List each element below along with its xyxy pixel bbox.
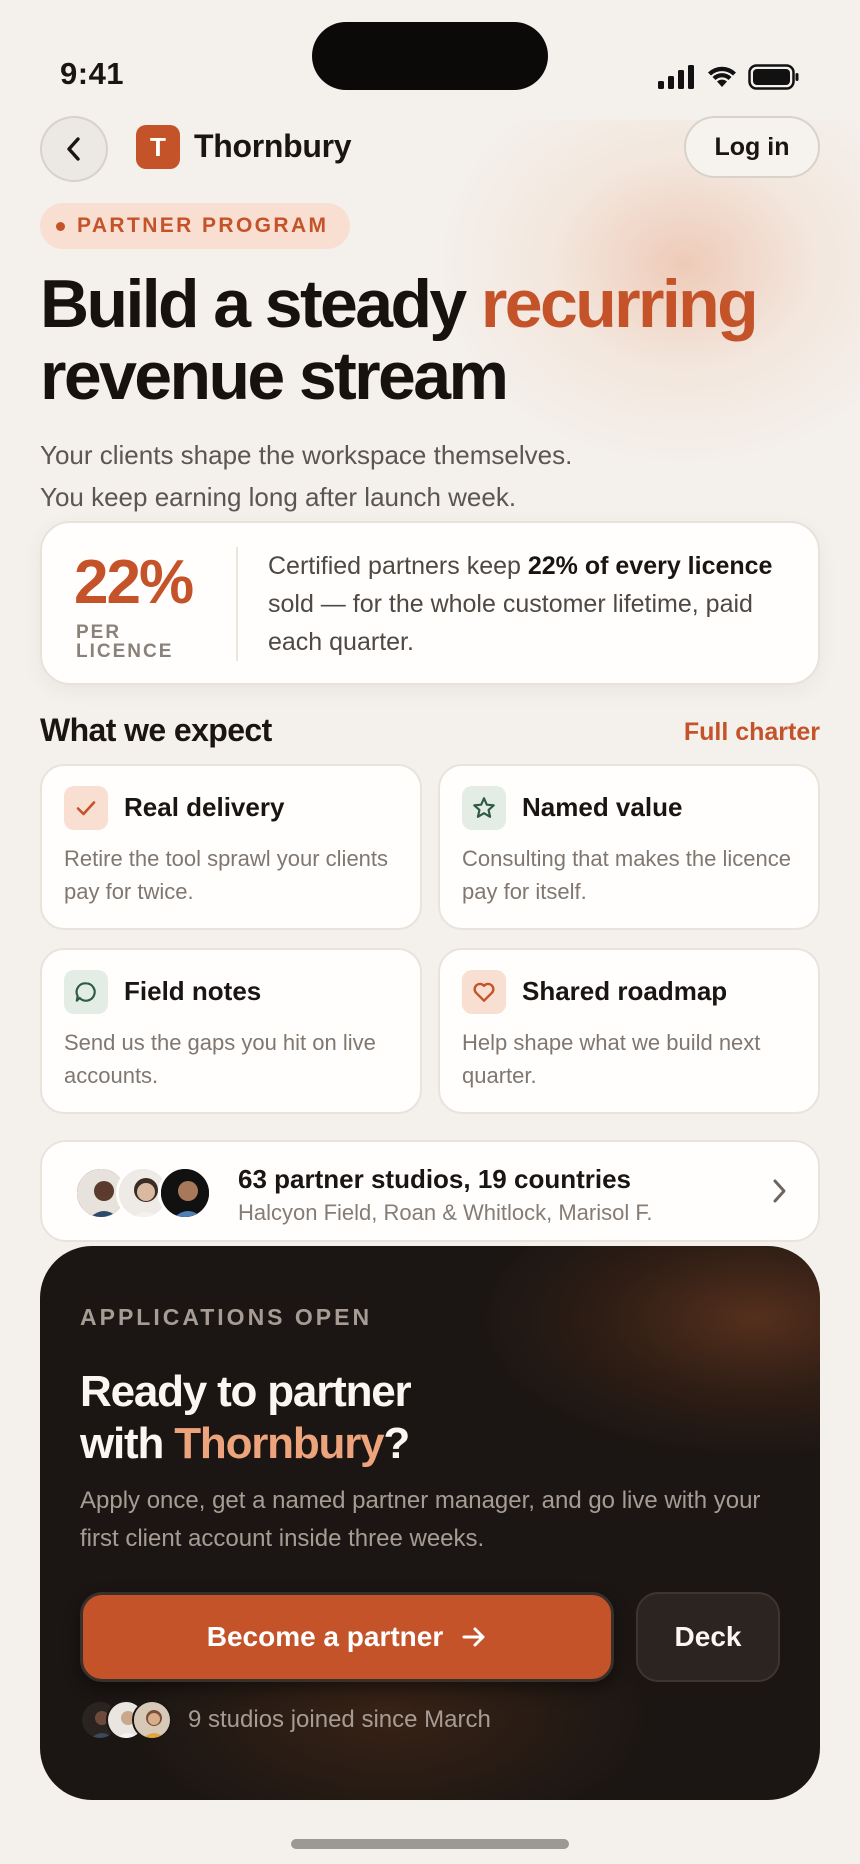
revenue-share-description: Certified partners keep 22% of every lic… bbox=[268, 547, 788, 661]
expect-card-shared-roadmap[interactable]: Shared roadmap Help shape what we build … bbox=[438, 948, 820, 1114]
stat-text-prefix: Certified partners keep bbox=[268, 552, 528, 580]
expect-section-header: What we expect Full charter bbox=[40, 708, 820, 752]
back-button[interactable] bbox=[40, 116, 108, 182]
battery-icon bbox=[748, 64, 799, 90]
check-icon bbox=[64, 786, 108, 830]
hero-subtitle-line1: Your clients shape the workspace themsel… bbox=[40, 440, 573, 470]
chat-bubble-icon bbox=[64, 970, 108, 1014]
status-bar: 9:41 bbox=[0, 0, 860, 110]
stat-text-suffix: sold — for the whole customer lifetime, … bbox=[268, 590, 753, 656]
stat-divider bbox=[236, 547, 238, 661]
partner-studios-title: 63 partner studios, 19 countries bbox=[238, 1164, 632, 1194]
heart-icon bbox=[462, 970, 506, 1014]
signal-icon bbox=[658, 65, 694, 89]
home-indicator[interactable] bbox=[291, 1839, 569, 1849]
avatar bbox=[158, 1166, 212, 1220]
expect-card-title: Real delivery bbox=[124, 792, 285, 822]
dynamic-island bbox=[312, 22, 548, 90]
brand-logo: T bbox=[136, 125, 180, 169]
expect-card-title: Named value bbox=[522, 792, 683, 822]
top-nav: T Thornbury Log in bbox=[40, 116, 820, 182]
revenue-share-card: 22% PER LICENCE Certified partners keep … bbox=[40, 521, 820, 685]
cta-title-brand: Thornbury bbox=[174, 1419, 384, 1468]
hero-subtitle: Your clients shape the workspace themsel… bbox=[40, 434, 820, 518]
chevron-right-icon bbox=[773, 1179, 786, 1203]
chevron-left-icon bbox=[67, 137, 80, 161]
expect-card-desc: Help shape what we build next quarter. bbox=[462, 1030, 761, 1088]
hero-title-part1: Build a steady bbox=[40, 266, 481, 342]
cta-title: Ready to partner with Thornbury? bbox=[80, 1366, 680, 1470]
full-charter-link[interactable]: Full charter bbox=[684, 718, 820, 747]
deck-button[interactable]: Deck bbox=[636, 1592, 780, 1682]
wifi-icon bbox=[708, 66, 736, 87]
hero-title: Build a steady recurring revenue stream bbox=[40, 268, 830, 412]
brand-name: Thornbury bbox=[194, 128, 352, 164]
apply-cta-card: APPLICATIONS OPEN Ready to partner with … bbox=[40, 1246, 820, 1800]
become-partner-label: Become a partner bbox=[206, 1621, 444, 1652]
star-icon bbox=[462, 786, 506, 830]
partner-program-badge: PARTNER PROGRAM bbox=[40, 203, 351, 249]
expect-card-named-value[interactable]: Named value Consulting that makes the li… bbox=[438, 764, 820, 930]
status-icons bbox=[658, 64, 800, 90]
hero-title-part2: revenue stream bbox=[40, 338, 509, 414]
partner-studios-names: Halcyon Field, Roan & Whitlock, Marisol … bbox=[238, 1200, 653, 1225]
arrow-right-icon bbox=[462, 1627, 485, 1647]
applications-open-label: APPLICATIONS OPEN bbox=[80, 1304, 373, 1330]
expect-card-field-notes[interactable]: Field notes Send us the gaps you hit on … bbox=[40, 948, 422, 1114]
cta-title-with: with bbox=[80, 1419, 175, 1468]
cta-title-end: ? bbox=[383, 1419, 410, 1468]
expect-card-desc: Consulting that makes the licence pay fo… bbox=[462, 846, 791, 904]
expect-card-desc: Send us the gaps you hit on live account… bbox=[64, 1030, 376, 1088]
joined-avatars bbox=[80, 1700, 180, 1744]
login-button[interactable]: Log in bbox=[684, 116, 820, 178]
stat-text-bold: 22% of every licence bbox=[527, 552, 773, 580]
partner-studios-card[interactable]: 63 partner studios, 19 countries Halcyon… bbox=[40, 1140, 820, 1242]
cta-title-line1: Ready to partner bbox=[80, 1367, 412, 1416]
cta-description: Apply once, get a named partner manager,… bbox=[80, 1487, 761, 1552]
become-partner-button[interactable]: Become a partner bbox=[80, 1592, 614, 1682]
expect-card-title: Shared roadmap bbox=[522, 976, 728, 1006]
hero-title-accent: recurring bbox=[480, 266, 759, 342]
expect-card-desc: Retire the tool sprawl your clients pay … bbox=[64, 846, 389, 904]
expect-card-real-delivery[interactable]: Real delivery Retire the tool sprawl you… bbox=[40, 764, 422, 930]
hero-subtitle-line2: You keep earning long after launch week. bbox=[40, 482, 517, 512]
studios-joined-text: 9 studios joined since March bbox=[188, 1706, 491, 1733]
expect-card-title: Field notes bbox=[124, 976, 262, 1006]
expect-section-title: What we expect bbox=[40, 712, 272, 748]
revenue-share-unit: PER LICENCE bbox=[76, 622, 174, 662]
status-time: 9:41 bbox=[60, 56, 125, 91]
badge-dot bbox=[56, 221, 65, 231]
avatar bbox=[132, 1700, 172, 1740]
revenue-share-value: 22% bbox=[74, 548, 194, 617]
badge-label: PARTNER PROGRAM bbox=[77, 214, 329, 237]
